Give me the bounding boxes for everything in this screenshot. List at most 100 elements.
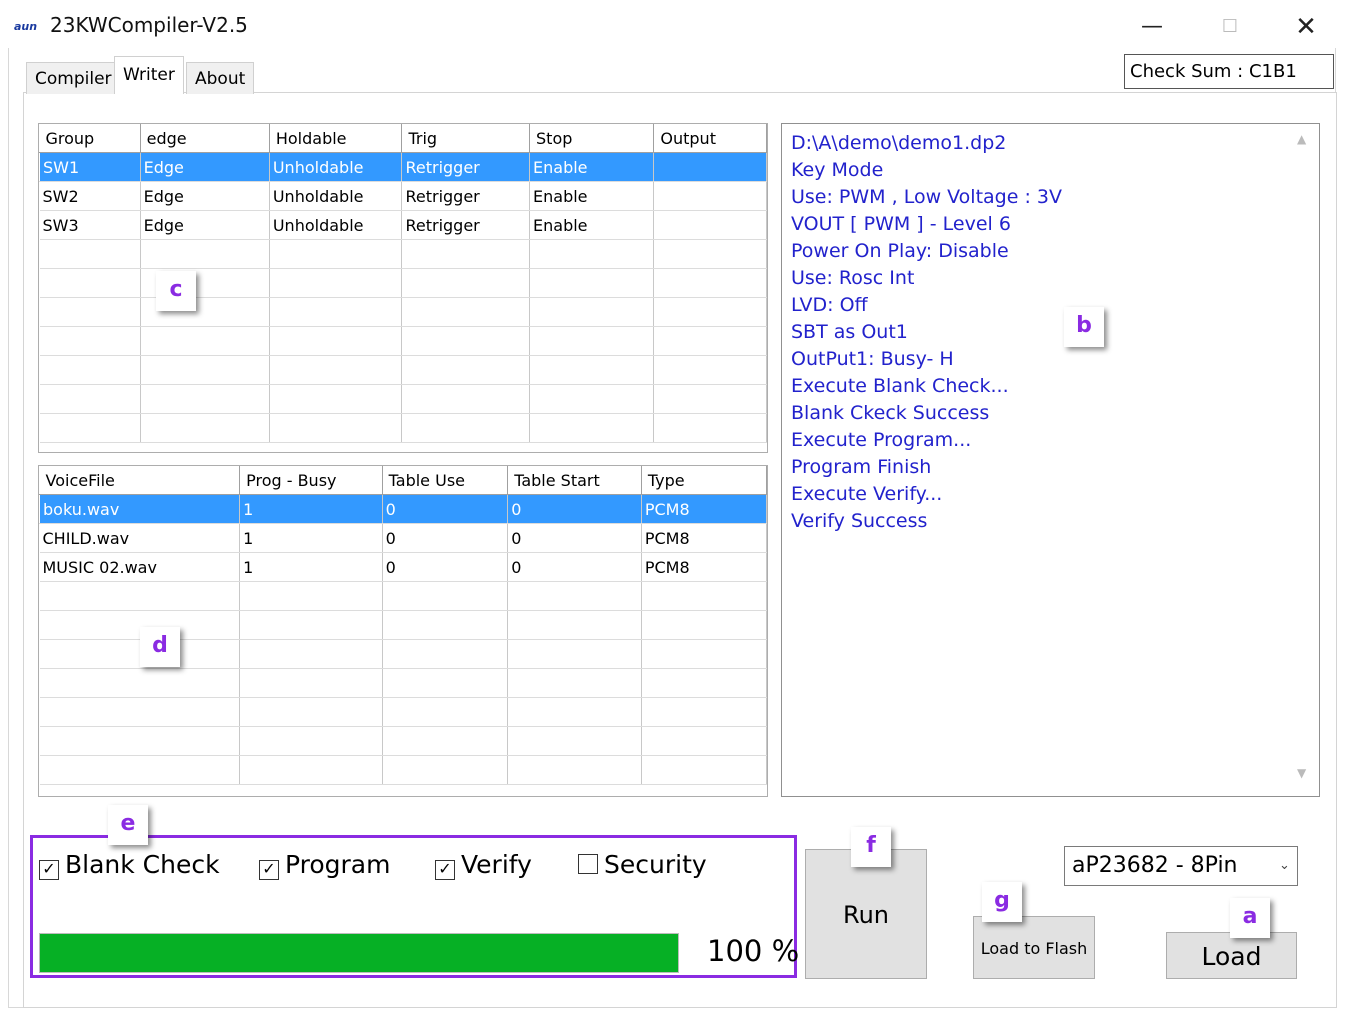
table-cell [529,413,655,443]
table-cell [239,668,383,698]
column-header[interactable]: Output [653,124,767,153]
verify-checkbox[interactable]: ✓ Verify [435,850,532,880]
table-cell: 0 [507,552,642,582]
trigger-row[interactable] [39,384,767,414]
program-label: Program [285,850,391,879]
minimize-button[interactable]: — [1122,8,1182,46]
table-cell [269,355,403,385]
voice-row[interactable]: MUSIC 02.wav 1 0 0 PCM8 [39,552,767,582]
table-cell: SW1 [39,152,141,182]
table-cell: Retrigger [401,210,531,240]
trigger-row[interactable]: SW3 Edge Unholdable Retrigger Enable [39,210,767,240]
log-line: Key Mode [791,159,884,181]
trigger-row[interactable]: SW2 Edge Unholdable Retrigger Enable [39,181,767,211]
table-cell [641,755,767,785]
trigger-row[interactable] [39,413,767,443]
maximize-button[interactable]: ☐ [1200,8,1260,46]
callout-d: d [140,627,180,667]
progress-bar [39,933,679,973]
table-cell [269,384,403,414]
load-to-flash-button[interactable]: Load to Flash [973,916,1095,979]
voice-row[interactable] [39,668,767,698]
voice-row[interactable] [39,581,767,611]
column-header[interactable]: Trig [401,124,531,153]
table-cell [140,355,270,385]
blank-check-label: Blank Check [65,850,220,879]
voice-row[interactable]: boku.wav 1 0 0 PCM8 [39,494,767,524]
scroll-up-icon[interactable]: ▲ [1297,132,1306,146]
table-cell: Edge [140,152,270,182]
table-cell: 1 [239,494,383,524]
callout-g: g [982,882,1022,922]
column-header[interactable]: Type [641,466,767,495]
log-panel[interactable]: D:\A\demo\demo1.dp2 Key Mode Use: PWM , Lo… [781,123,1320,797]
tab-writer[interactable]: Writer [114,56,184,94]
callout-a: a [1230,898,1270,938]
chip-select-dropdown[interactable]: aP23682 - 8Pin ⌄ [1064,846,1298,886]
table-cell [653,152,767,182]
table-cell [401,326,531,356]
trigger-row[interactable] [39,239,767,269]
log-line: Program Finish [791,456,932,478]
table-cell: Enable [529,181,655,211]
column-header[interactable]: Table Use [382,466,509,495]
log-line: LVD: Off [791,294,868,316]
blank-check-checkbox[interactable]: ✓ Blank Check [39,850,220,880]
trigger-table[interactable]: Group edge Holdable Trig Stop Output SW1 Edge U… [38,123,768,453]
voice-row[interactable] [39,755,767,785]
table-cell [239,639,383,669]
table-cell: MUSIC 02.wav [39,552,241,582]
table-cell [239,726,383,756]
table-cell [269,326,403,356]
table-cell [401,384,531,414]
table-cell: SW2 [39,181,141,211]
trigger-row[interactable]: SW1 Edge Unholdable Retrigger Enable [39,152,767,182]
voice-row[interactable] [39,726,767,756]
column-header[interactable]: Prog - Busy [239,466,383,495]
trigger-row[interactable] [39,268,767,298]
table-cell [507,726,642,756]
table-cell [39,384,141,414]
table-cell [269,413,403,443]
table-cell: Retrigger [401,152,531,182]
table-cell [39,355,141,385]
table-cell [39,297,141,327]
table-cell [653,355,767,385]
table-cell [140,413,270,443]
program-checkbox[interactable]: ✓ Program [259,850,391,880]
chevron-down-icon: ⌄ [1279,858,1290,873]
table-cell: boku.wav [39,494,241,524]
table-cell [140,384,270,414]
close-button[interactable]: ✕ [1276,8,1336,46]
table-cell [39,668,241,698]
table-cell: Enable [529,152,655,182]
tab-about[interactable]: About [186,62,255,94]
run-button[interactable]: Run [805,849,927,979]
scroll-down-icon[interactable]: ▼ [1297,766,1306,780]
trigger-row[interactable] [39,355,767,385]
table-cell: Unholdable [269,210,403,240]
table-cell [653,297,767,327]
trigger-row[interactable] [39,326,767,356]
load-button[interactable]: Load [1166,932,1297,979]
table-cell [653,239,767,269]
trigger-row[interactable] [39,297,767,327]
column-header[interactable]: VoiceFile [39,466,241,495]
table-cell: 1 [239,523,383,553]
table-cell [641,610,767,640]
table-cell [641,639,767,669]
column-header[interactable]: Group [39,124,141,153]
column-header[interactable]: edge [140,124,270,153]
column-header[interactable]: Stop [529,124,655,153]
security-checkbox[interactable]: Security [578,850,707,879]
log-scrollbar[interactable]: ▲ ▼ [1289,124,1319,796]
table-cell [39,239,141,269]
table-cell [507,697,642,727]
table-cell [653,326,767,356]
voice-row[interactable]: CHILD.wav 1 0 0 PCM8 [39,523,767,553]
column-header[interactable]: Table Start [507,466,642,495]
column-header[interactable]: Holdable [269,124,403,153]
tab-compiler[interactable]: Compiler [26,62,121,94]
voice-row[interactable] [39,697,767,727]
table-cell [401,355,531,385]
